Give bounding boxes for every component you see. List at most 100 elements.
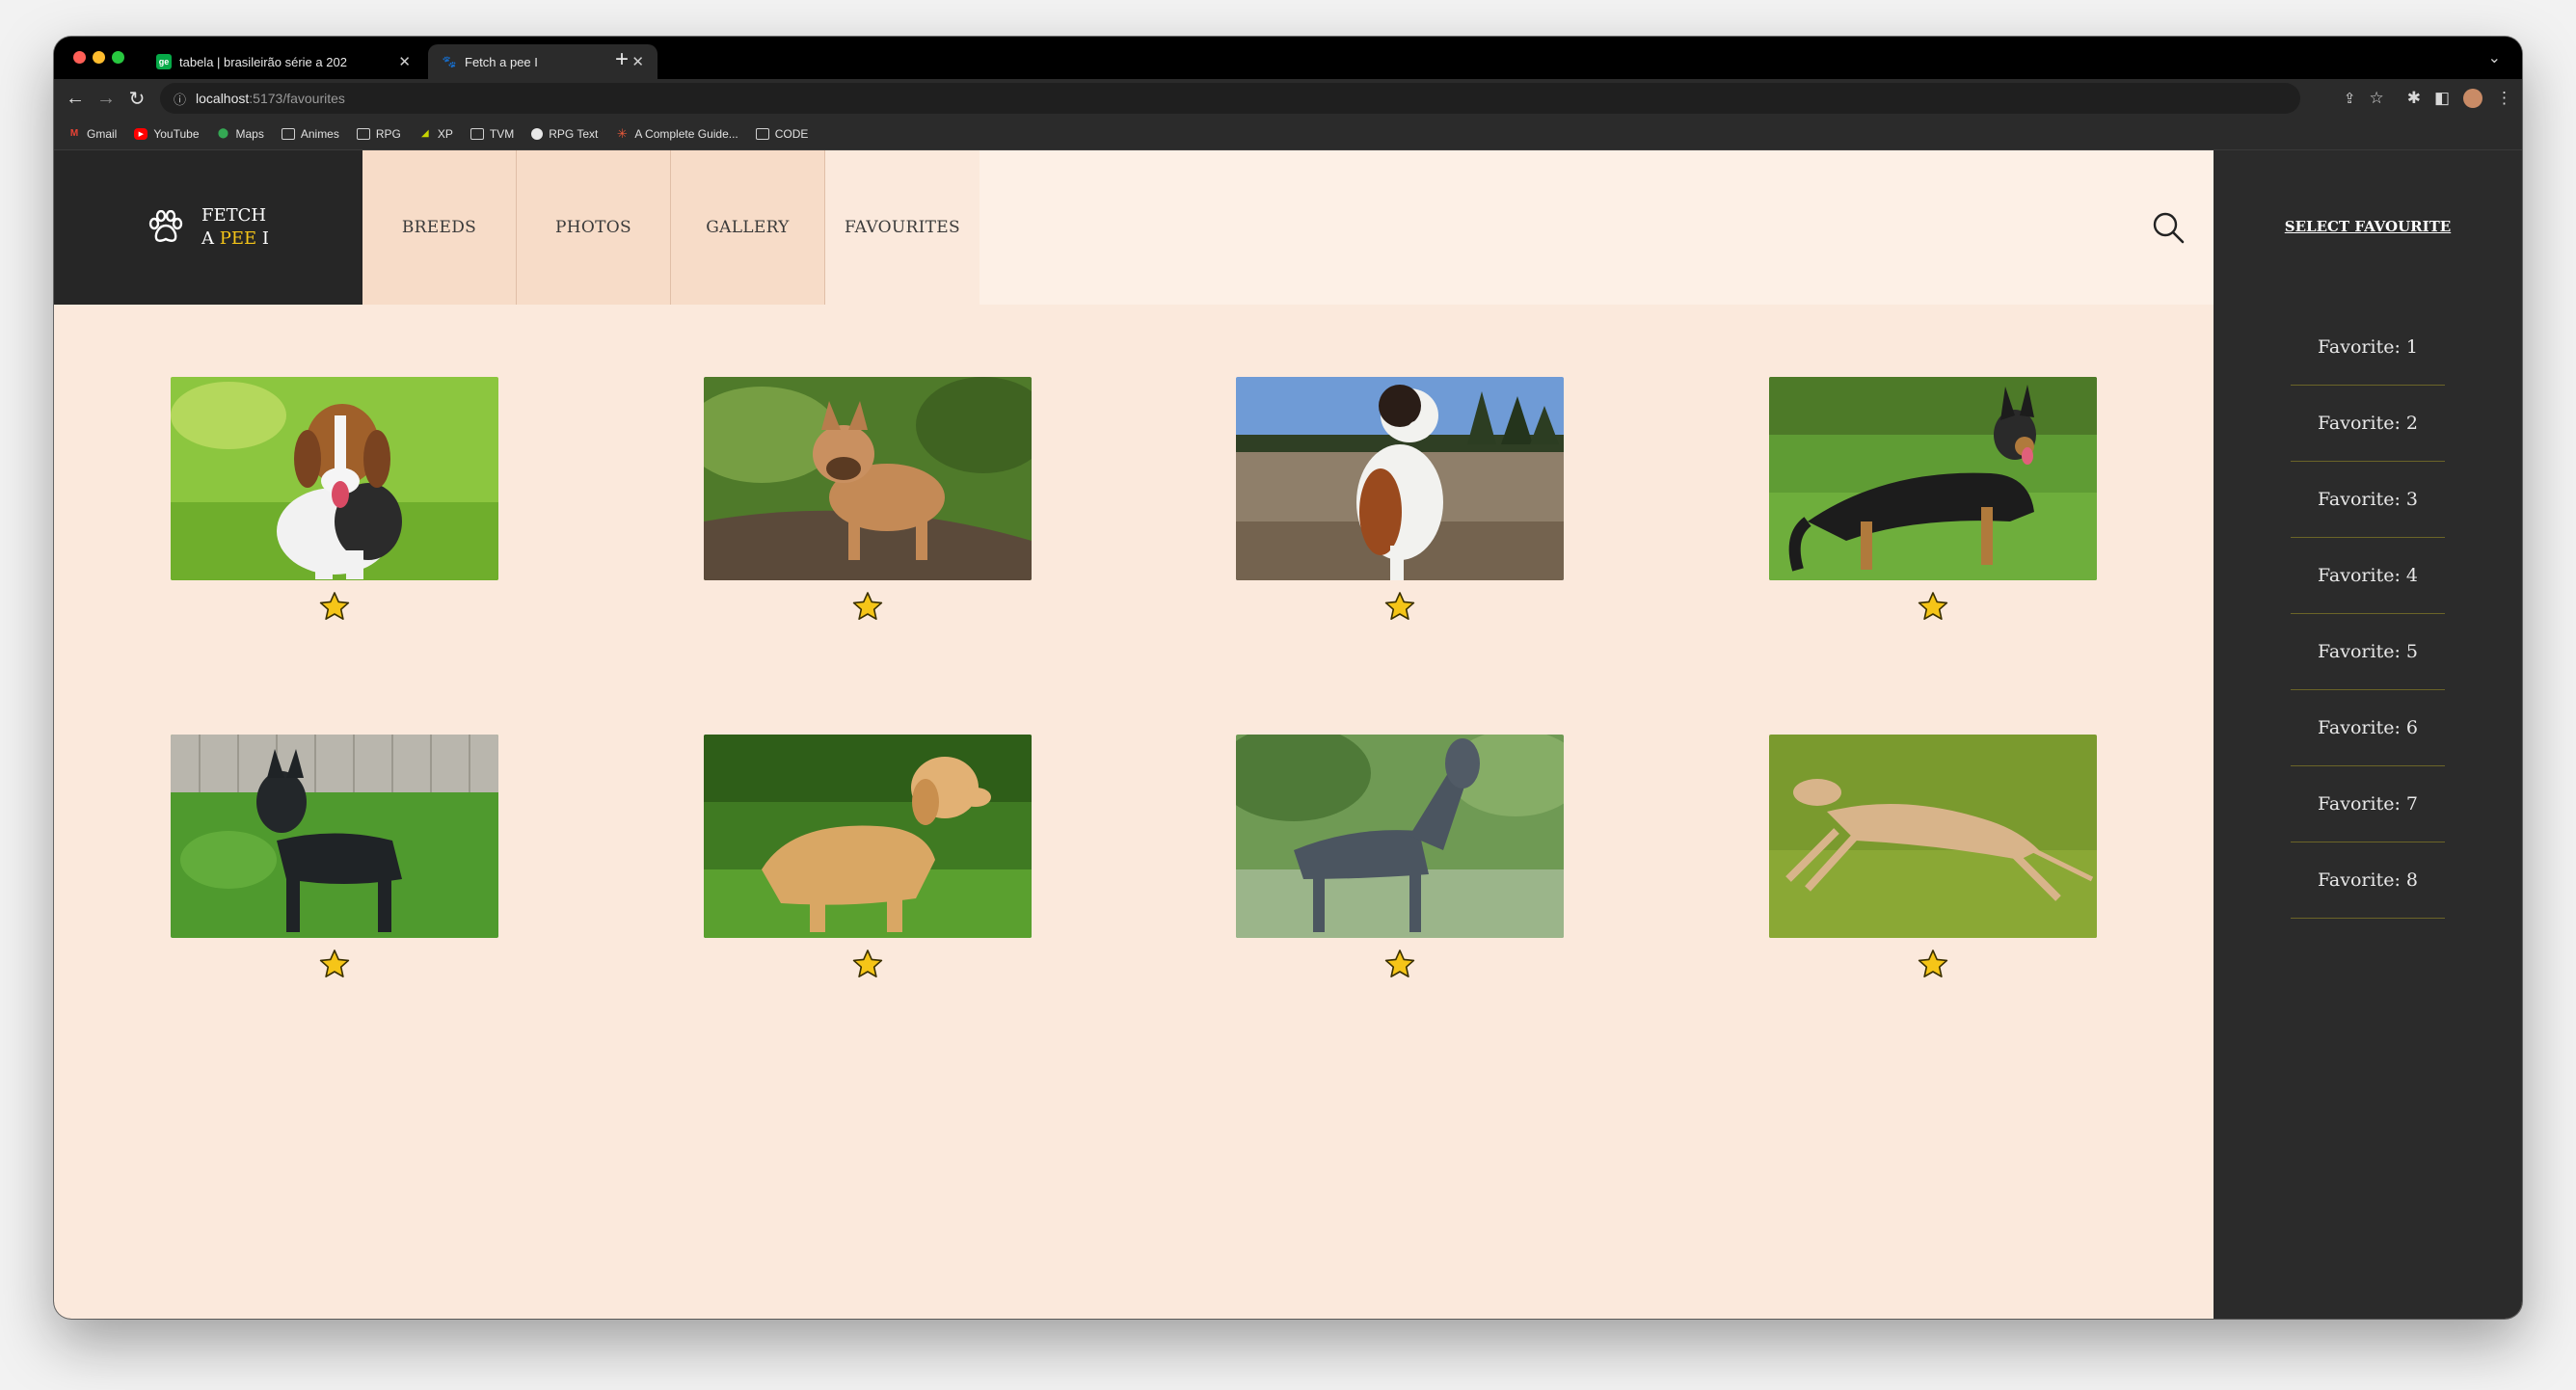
nav-tab-gallery[interactable]: GALLERY <box>671 150 825 305</box>
tab-strip: ge tabela | brasileirão série a 202 ✕ 🐾 … <box>54 37 2522 79</box>
extensions-icon[interactable]: ✱ <box>2407 89 2421 108</box>
close-window-button[interactable] <box>73 51 86 64</box>
bookmark-maps[interactable]: ⬤ Maps <box>217 127 264 141</box>
bookmark-label: A Complete Guide... <box>634 126 738 141</box>
folder-icon <box>356 127 370 140</box>
minimize-window-button[interactable] <box>93 51 105 64</box>
brand-suffix: I <box>256 228 269 249</box>
url-path: :5173/favourites <box>249 91 345 106</box>
bookmark-complete-guide[interactable]: ✳ A Complete Guide... <box>615 125 738 141</box>
share-icon[interactable]: ⇪ <box>2344 90 2356 107</box>
bookmark-rpg[interactable]: RPG <box>356 127 401 141</box>
favourite-card <box>1236 735 1564 978</box>
bookmark-code[interactable]: CODE <box>755 127 808 141</box>
xp-icon: ◢ <box>421 128 429 139</box>
bookmark-youtube[interactable]: ▶ YouTube <box>134 126 200 141</box>
favourite-card <box>171 377 498 621</box>
saint-bernard-photo[interactable] <box>1236 377 1564 580</box>
bookmark-label: YouTube <box>153 126 200 141</box>
browser-toolbar: ← → ↻ ⓘ localhost:5173/favourites ⇪ ☆ ✱ … <box>54 79 2522 118</box>
nav-tab-photos[interactable]: PHOTOS <box>517 150 671 305</box>
favourite-star-icon[interactable] <box>319 949 350 979</box>
bookmark-xp[interactable]: ◢ XP <box>418 127 453 141</box>
favorite-item-4[interactable]: Favorite: 4 <box>2291 538 2445 614</box>
bookmark-star-icon[interactable]: ☆ <box>2369 89 2383 108</box>
beagle-photo[interactable] <box>171 377 498 580</box>
site-info-icon[interactable]: ⓘ <box>174 90 186 108</box>
great-dane-photo[interactable] <box>1236 735 1564 938</box>
forward-arrow-icon[interactable]: → <box>91 83 121 114</box>
tab-title: Fetch a pee I <box>465 54 538 69</box>
bookmark-gmail[interactable]: M Gmail <box>67 126 118 141</box>
reload-icon[interactable]: ↻ <box>121 83 152 114</box>
nav-tab-favourites[interactable]: FAVOURITES <box>825 150 979 305</box>
bookmark-label: Animes <box>300 126 339 141</box>
golden-retriever-photo[interactable] <box>704 735 1032 938</box>
favorite-item-5[interactable]: Favorite: 5 <box>2291 614 2445 690</box>
greyhound-photo[interactable] <box>1769 735 2097 938</box>
address-bar[interactable]: ⓘ localhost:5173/favourites <box>160 83 2300 114</box>
favourites-sidebar: SELECT FAVOURITE Favorite: 1 Favorite: 2… <box>2214 150 2522 1319</box>
favourite-star-icon[interactable] <box>852 591 883 622</box>
favorite-item-2[interactable]: Favorite: 2 <box>2291 386 2445 462</box>
menu-kebab-icon[interactable]: ⋮ <box>2496 89 2512 108</box>
maximize-window-button[interactable] <box>112 51 124 64</box>
paw-icon <box>148 210 183 242</box>
giant-schnauzer-photo[interactable] <box>171 735 498 938</box>
favorite-item-1[interactable]: Favorite: 1 <box>2291 309 2445 386</box>
bookmark-label: Gmail <box>87 126 118 141</box>
favorite-item-3[interactable]: Favorite: 3 <box>2291 462 2445 538</box>
favourite-card <box>1236 377 1564 621</box>
favorite-item-8[interactable]: Favorite: 8 <box>2291 842 2445 919</box>
url-host: localhost <box>196 91 250 106</box>
bookmark-tvm[interactable]: TVM <box>470 127 514 141</box>
close-tab-icon[interactable]: ✕ <box>398 53 411 70</box>
tab-title: tabela | brasileirão série a 202 <box>179 54 347 69</box>
favorite-item-7[interactable]: Favorite: 7 <box>2291 766 2445 842</box>
nav-tab-breeds[interactable]: BREEDS <box>362 150 517 305</box>
bookmark-rpg-text[interactable]: RPG Text <box>531 127 598 141</box>
brand-line-1: FETCH <box>201 205 267 226</box>
ge-icon: ge <box>156 54 172 69</box>
new-tab-button[interactable]: + <box>615 46 629 73</box>
browser-window: ge tabela | brasileirão série a 202 ✕ 🐾 … <box>54 37 2522 1319</box>
favourite-star-icon[interactable] <box>1384 591 1415 622</box>
bookmark-label: TVM <box>489 126 515 141</box>
brand-line-2: A PEE I <box>201 227 269 251</box>
select-favourite-link[interactable]: SELECT FAVOURITE <box>2214 218 2522 235</box>
german-shepherd-photo[interactable] <box>1769 377 2097 580</box>
bookmarks-bar: M Gmail ▶ YouTube ⬤ Maps Animes RPG ◢ XP TVM… <box>54 118 2522 150</box>
favourite-star-icon[interactable] <box>1384 949 1415 979</box>
bookmark-label: Maps <box>235 126 264 141</box>
french-bulldog-photo[interactable] <box>704 377 1032 580</box>
asterisk-icon: ✳ <box>616 125 628 141</box>
brand-accent: PEE <box>219 228 257 249</box>
bookmark-animes[interactable]: Animes <box>281 126 339 141</box>
brand-logo[interactable]: FETCH A PEE I <box>54 150 362 305</box>
favorite-item-6[interactable]: Favorite: 6 <box>2291 690 2445 766</box>
page-content: FETCH A PEE I BREEDS PHOTOS GALLERY FAVO… <box>54 150 2522 1319</box>
youtube-icon: ▶ <box>134 127 148 140</box>
tab-brasileirao[interactable]: ge tabela | brasileirão série a 202 ✕ <box>143 44 424 79</box>
maps-icon: ⬤ <box>217 128 229 139</box>
profile-avatar[interactable] <box>2463 89 2482 108</box>
gmail-icon: M <box>69 128 79 139</box>
favourite-star-icon[interactable] <box>319 591 350 622</box>
favourite-card <box>704 735 1032 978</box>
folder-icon <box>755 127 769 140</box>
favourite-star-icon[interactable] <box>1918 591 1948 622</box>
favourite-card <box>1769 735 2097 978</box>
side-panel-icon[interactable]: ◧ <box>2434 89 2450 108</box>
back-arrow-icon[interactable]: ← <box>60 83 91 114</box>
favourite-star-icon[interactable] <box>852 949 883 979</box>
folder-icon <box>281 127 295 140</box>
app-header: FETCH A PEE I BREEDS PHOTOS GALLERY FAVO… <box>54 150 2214 305</box>
github-icon <box>531 127 544 140</box>
tab-search-chevron-icon[interactable]: ⌄ <box>2488 48 2501 67</box>
close-tab-icon[interactable]: ✕ <box>631 53 644 70</box>
favourite-star-icon[interactable] <box>1918 949 1948 979</box>
search-icon[interactable] <box>2151 210 2186 245</box>
paw-icon: 🐾 <box>442 55 457 68</box>
folder-icon <box>470 127 484 140</box>
brand-name: FETCH A PEE I <box>201 204 269 251</box>
